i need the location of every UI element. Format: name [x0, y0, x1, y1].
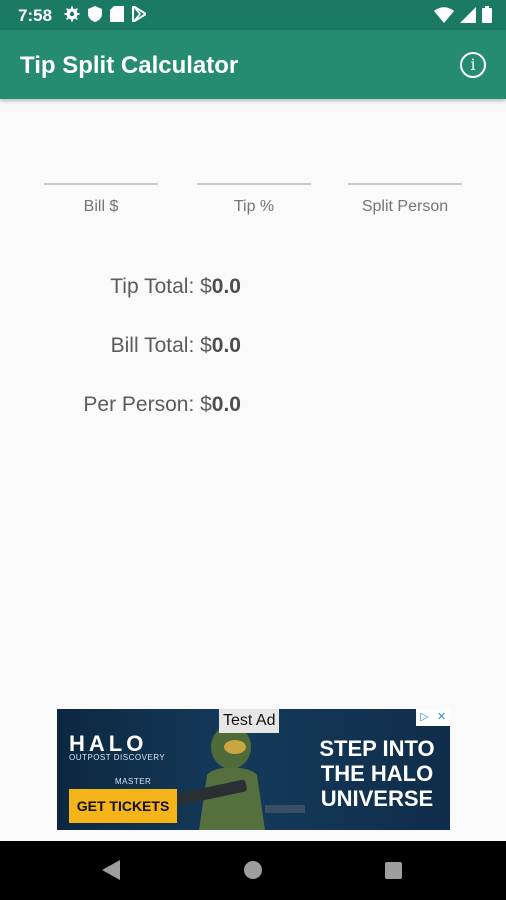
nav-bar	[0, 841, 506, 900]
split-input[interactable]	[348, 168, 462, 184]
recents-icon[interactable]	[385, 862, 402, 879]
per-person-value: 0.0	[211, 393, 241, 416]
per-person-row: Per Person: $0.0	[0, 393, 241, 417]
spartan-figure-image	[177, 725, 305, 830]
status-time: 7:58	[18, 6, 53, 25]
split-underline	[348, 183, 462, 185]
play-store-icon	[132, 6, 146, 22]
get-tickets-button[interactable]: GET TICKETS	[69, 789, 177, 823]
tip-total-row: Tip Total: $0.0	[0, 275, 241, 299]
cellular-signal-icon	[460, 6, 476, 23]
tip-input[interactable]	[197, 168, 311, 184]
tip-total-value: 0.0	[211, 275, 241, 298]
back-icon[interactable]	[100, 859, 122, 881]
per-person-label: Per Person: $	[83, 393, 212, 416]
ad-choices: ▷ ✕	[416, 709, 450, 726]
bill-total-label: Bill Total: $	[110, 334, 212, 357]
ad-subtitle: OUTPOST DISCOVERY	[69, 753, 166, 762]
app-bar: Tip Split Calculator i	[0, 30, 506, 99]
ad-banner[interactable]: Test Ad ▷ ✕ HALO OUTPOST DISCOVERY MASTE…	[57, 709, 450, 830]
bill-label: Bill $	[83, 198, 119, 215]
ad-tag: MASTER	[115, 777, 152, 786]
gear-icon	[64, 6, 80, 22]
tip-total-label: Tip Total: $	[110, 275, 212, 298]
tip-underline	[197, 183, 311, 185]
bill-underline	[44, 183, 158, 185]
tip-label: Tip %	[233, 198, 275, 215]
status-icons-left	[64, 6, 146, 22]
app-title: Tip Split Calculator	[20, 52, 239, 79]
status-bar: 7:58	[0, 0, 506, 30]
ad-headline: STEP INTO THE HALO UNIVERSE	[319, 736, 435, 811]
info-button[interactable]: i	[460, 52, 486, 78]
split-label: Split Person	[361, 198, 449, 215]
test-ad-badge: Test Ad	[219, 709, 280, 733]
home-icon[interactable]	[244, 861, 262, 879]
shield-icon	[88, 6, 102, 22]
bill-total-row: Bill Total: $0.0	[0, 334, 241, 358]
battery-icon	[482, 6, 492, 23]
bill-total-value: 0.0	[211, 334, 241, 357]
ad-choices-icon[interactable]: ▷	[416, 709, 433, 726]
info-icon: i	[470, 55, 476, 74]
bill-input[interactable]	[44, 168, 158, 184]
close-icon[interactable]: ✕	[433, 709, 450, 726]
sd-card-icon	[110, 6, 124, 22]
status-icons-right	[434, 6, 492, 23]
wifi-icon	[434, 6, 454, 23]
